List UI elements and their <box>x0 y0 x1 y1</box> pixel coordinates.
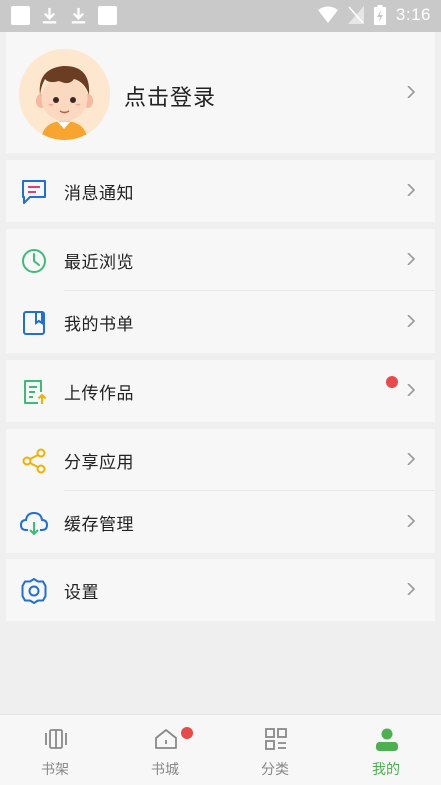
menu-item-label: 上传作品 <box>64 384 134 404</box>
chevron-right-icon <box>407 253 416 265</box>
battery-charging-icon <box>373 5 386 25</box>
nav-tab-bookstore[interactable]: 书城 <box>110 715 220 785</box>
menu-group-reading: 最近浏览 我的书单 <box>6 229 435 353</box>
notification-square-icon <box>11 6 30 25</box>
menu-item-label: 缓存管理 <box>64 515 134 535</box>
chevron-right-icon <box>407 515 416 527</box>
cloud-download-icon <box>20 511 48 536</box>
cartoon-avatar-icon <box>19 49 110 140</box>
status-bar: 3:16 <box>0 0 441 32</box>
menu-item-upload[interactable]: 上传作品 <box>6 360 435 422</box>
chevron-right-icon <box>407 384 416 396</box>
wifi-icon <box>317 6 338 23</box>
notification-badge <box>386 376 398 388</box>
menu-item-label: 消息通知 <box>64 184 134 204</box>
nav-tab-label: 书城 <box>151 762 179 778</box>
menu-item-label: 最近浏览 <box>64 253 134 273</box>
book-icon <box>23 311 45 335</box>
message-icon <box>22 180 46 204</box>
menu-item-label: 分享应用 <box>64 453 134 473</box>
gear-icon <box>21 578 47 604</box>
share-icon <box>22 448 46 474</box>
download-icon <box>42 7 57 24</box>
menu-item-label: 我的书单 <box>64 315 134 335</box>
menu-item-share[interactable]: 分享应用 <box>6 429 435 491</box>
no-signal-icon <box>347 6 364 24</box>
upload-document-icon <box>24 380 47 404</box>
bottom-navigation: 书架 书城 分类 我的 <box>0 714 441 785</box>
status-time: 3:16 <box>395 5 431 24</box>
home-icon <box>155 729 177 749</box>
chevron-right-icon <box>407 86 416 98</box>
nav-tab-bookshelf[interactable]: 书架 <box>0 715 110 785</box>
menu-group-app: 分享应用 缓存管理 <box>6 429 435 553</box>
chevron-right-icon <box>407 315 416 327</box>
menu-item-label: 设置 <box>64 583 99 603</box>
nav-tab-category[interactable]: 分类 <box>220 715 330 785</box>
menu-item-messages[interactable]: 消息通知 <box>6 160 435 222</box>
login-prompt[interactable]: 点击登录 <box>124 80 216 112</box>
menu-group-settings: 设置 <box>6 559 435 621</box>
nav-tab-label: 我的 <box>372 762 400 778</box>
profile-login-card[interactable]: 点击登录 <box>6 32 435 153</box>
menu-item-booklist[interactable]: 我的书单 <box>6 291 435 353</box>
chevron-right-icon <box>407 453 416 465</box>
notification-badge <box>181 727 193 739</box>
menu-item-cache[interactable]: 缓存管理 <box>6 491 435 553</box>
chevron-right-icon <box>407 184 416 196</box>
bookshelf-icon <box>45 729 67 749</box>
menu-group-messages: 消息通知 <box>6 160 435 222</box>
nav-tab-label: 书架 <box>41 762 69 778</box>
menu-group-upload: 上传作品 <box>6 360 435 422</box>
menu-item-settings[interactable]: 设置 <box>6 559 435 621</box>
category-grid-icon <box>265 728 287 750</box>
avatar[interactable] <box>19 49 110 140</box>
menu-item-recent[interactable]: 最近浏览 <box>6 229 435 291</box>
download-icon <box>71 7 86 24</box>
user-icon <box>376 728 398 751</box>
nav-tab-mine[interactable]: 我的 <box>331 715 441 785</box>
notification-square-icon <box>98 6 117 25</box>
clock-icon <box>22 249 46 273</box>
nav-tab-label: 分类 <box>261 762 289 778</box>
chevron-right-icon <box>407 583 416 595</box>
